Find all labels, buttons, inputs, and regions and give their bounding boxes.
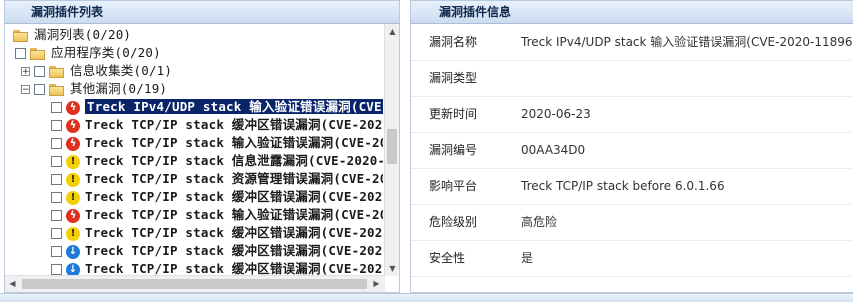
vertical-scroll-thumb[interactable]: [387, 129, 397, 164]
collapse-icon[interactable]: −: [21, 85, 30, 95]
info-value: 2020-06-23: [521, 107, 591, 121]
vuln-checkbox[interactable]: [51, 156, 62, 167]
vuln-label: Treck TCP/IP stack 信息泄露漏洞(CVE-2020-1: [85, 153, 383, 168]
low-severity-icon: ↓: [66, 262, 80, 276]
medium-severity-icon: !: [66, 172, 80, 187]
vuln-label: Treck TCP/IP stack 输入验证错误漏洞(CVE-202: [85, 207, 383, 222]
info-value: Treck TCP/IP stack before 6.0.1.66: [521, 179, 725, 193]
info-key: 安全性: [429, 251, 466, 265]
vuln-label: Treck TCP/IP stack 缓冲区错误漏洞(CVE-2020: [85, 261, 383, 276]
tree-item-vuln[interactable]: ϟ Treck IPv4/UDP stack 输入验证错误漏洞(CVE-2: [51, 98, 383, 116]
other-checkbox[interactable]: [34, 84, 45, 95]
vuln-checkbox[interactable]: [51, 174, 62, 185]
high-severity-icon: ϟ: [66, 118, 80, 133]
vertical-scrollbar[interactable]: ▲ ▼: [384, 24, 399, 276]
vuln-plugin-info-title: 漏洞插件信息: [411, 1, 853, 24]
scroll-right-icon[interactable]: ▶: [369, 276, 384, 292]
tree-item-vuln[interactable]: ! Treck TCP/IP stack 缓冲区错误漏洞(CVE-2020: [51, 224, 383, 242]
app-category-checkbox[interactable]: [15, 48, 26, 59]
vuln-checkbox[interactable]: [51, 192, 62, 203]
tree-node-app-category[interactable]: 应用程序类(0/20): [15, 44, 161, 62]
high-severity-icon: ϟ: [66, 208, 80, 223]
other-label: 其他漏洞(0/19): [70, 81, 168, 96]
folder-icon: [30, 47, 46, 60]
vuln-label: Treck IPv4/UDP stack 输入验证错误漏洞(CVE-2: [85, 99, 383, 114]
tree-item-vuln[interactable]: ! Treck TCP/IP stack 信息泄露漏洞(CVE-2020-1: [51, 152, 383, 170]
folder-open-icon: [49, 83, 65, 96]
horizontal-scroll-thumb[interactable]: [22, 279, 367, 289]
vuln-label: Treck TCP/IP stack 缓冲区错误漏洞(CVE-2020: [85, 117, 383, 132]
vuln-checkbox[interactable]: [51, 120, 62, 131]
info-collect-checkbox[interactable]: [34, 66, 45, 77]
info-key: 漏洞编号: [429, 143, 478, 157]
vuln-label: Treck TCP/IP stack 缓冲区错误漏洞(CVE-2020: [85, 189, 383, 204]
info-row-safety: 安全性 是: [411, 240, 853, 277]
vuln-plugin-info-panel: 漏洞插件信息 漏洞名称 Treck IPv4/UDP stack 输入验证错误漏…: [410, 0, 853, 293]
info-collect-label: 信息收集类(0/1): [70, 63, 173, 78]
tree-root[interactable]: 漏洞列表(0/20): [13, 26, 131, 44]
medium-severity-icon: !: [66, 226, 80, 241]
info-row-update-time: 更新时间 2020-06-23: [411, 96, 853, 133]
vuln-checkbox[interactable]: [51, 264, 62, 275]
tree-item-vuln[interactable]: ! Treck TCP/IP stack 资源管理错误漏洞(CVE-202: [51, 170, 383, 188]
scroll-left-icon[interactable]: ◀: [5, 276, 20, 292]
tree-item-vuln[interactable]: ↓ Treck TCP/IP stack 缓冲区错误漏洞(CVE-2020: [51, 260, 383, 276]
high-severity-icon: ϟ: [66, 136, 80, 151]
folder-icon: [49, 65, 65, 78]
tree-node-info-collect[interactable]: + 信息收集类(0/1): [21, 62, 172, 80]
vuln-label: Treck TCP/IP stack 输入验证错误漏洞(CVE-202: [85, 135, 383, 150]
vuln-checkbox[interactable]: [51, 102, 62, 113]
scroll-up-icon[interactable]: ▲: [385, 24, 399, 39]
tree-item-vuln[interactable]: ϟ Treck TCP/IP stack 输入验证错误漏洞(CVE-202: [51, 134, 383, 152]
info-value: 高危险: [521, 215, 558, 229]
tree-item-vuln[interactable]: ↓ Treck TCP/IP stack 缓冲区错误漏洞(CVE-2020: [51, 242, 383, 260]
app-category-label: 应用程序类(0/20): [51, 45, 161, 60]
tree-item-vuln[interactable]: ϟ Treck TCP/IP stack 缓冲区错误漏洞(CVE-2020: [51, 116, 383, 134]
medium-severity-icon: !: [66, 154, 80, 169]
info-key: 更新时间: [429, 107, 478, 121]
vuln-plugin-list-panel: 漏洞插件列表 漏洞列表(0/20) 应用程序类(0/20) + 信息收集类(0/1…: [4, 0, 400, 293]
medium-severity-icon: !: [66, 190, 80, 205]
info-key: 漏洞类型: [429, 71, 478, 85]
info-row-type: 漏洞类型: [411, 60, 853, 97]
info-row-id: 漏洞编号 00AA34D0: [411, 132, 853, 169]
info-row-platform: 影响平台 Treck TCP/IP stack before 6.0.1.66: [411, 168, 853, 205]
info-key: 漏洞名称: [429, 35, 478, 49]
expand-icon[interactable]: +: [21, 67, 30, 77]
info-value: 是: [521, 251, 534, 265]
horizontal-scrollbar[interactable]: ◀ ▶: [5, 275, 385, 292]
info-key: 危险级别: [429, 215, 478, 229]
high-severity-icon: ϟ: [66, 100, 80, 115]
info-key: 影响平台: [429, 179, 478, 193]
vuln-checkbox[interactable]: [51, 246, 62, 257]
tree-node-other[interactable]: − 其他漏洞(0/19): [21, 80, 167, 98]
tree-root-label: 漏洞列表(0/20): [34, 27, 132, 42]
vuln-checkbox[interactable]: [51, 210, 62, 221]
info-row-name: 漏洞名称 Treck IPv4/UDP stack 输入验证错误漏洞(CVE-2…: [411, 24, 853, 61]
low-severity-icon: ↓: [66, 244, 80, 259]
info-row-risk-level: 危险级别 高危险: [411, 204, 853, 241]
vuln-label: Treck TCP/IP stack 缓冲区错误漏洞(CVE-2020: [85, 225, 383, 240]
vuln-checkbox[interactable]: [51, 138, 62, 149]
vuln-checkbox[interactable]: [51, 228, 62, 239]
info-value: Treck IPv4/UDP stack 输入验证错误漏洞(CVE-2020-1…: [521, 35, 853, 49]
tree-item-vuln[interactable]: ! Treck TCP/IP stack 缓冲区错误漏洞(CVE-2020: [51, 188, 383, 206]
info-value: 00AA34D0: [521, 143, 586, 157]
vuln-label: Treck TCP/IP stack 资源管理错误漏洞(CVE-202: [85, 171, 383, 186]
vuln-label: Treck TCP/IP stack 缓冲区错误漏洞(CVE-2020: [85, 243, 383, 258]
scroll-down-icon[interactable]: ▼: [385, 261, 399, 276]
folder-open-icon: [13, 29, 29, 42]
vuln-tree: 漏洞列表(0/20) 应用程序类(0/20) + 信息收集类(0/1) − 其他漏洞…: [5, 24, 383, 276]
vuln-plugin-list-title: 漏洞插件列表: [5, 1, 399, 24]
tree-item-vuln[interactable]: ϟ Treck TCP/IP stack 输入验证错误漏洞(CVE-202: [51, 206, 383, 224]
